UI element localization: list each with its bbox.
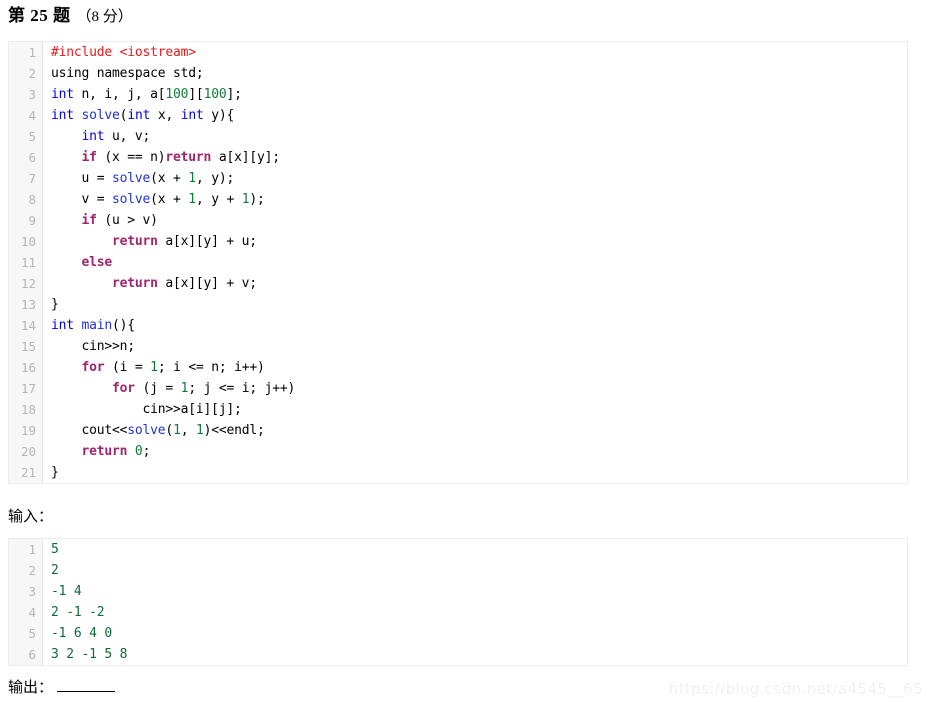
csdn-watermark: https://blog.csdn.net/a4545__65: [668, 680, 923, 698]
code-line: 17 for (j = 1; j <= i; j++): [9, 378, 907, 399]
line-number: 1: [9, 42, 43, 63]
input-line-text: 3 2 -1 5 8: [51, 647, 128, 662]
line-number: 4: [9, 602, 43, 623]
line-number: 2: [9, 560, 43, 581]
source-code-block: 1 #include <iostream> 2 using namespace std…: [8, 41, 908, 484]
output-section-row: 输出：: [8, 678, 116, 698]
line-number: 15: [9, 336, 43, 357]
code-line: 20 return 0;: [9, 441, 907, 462]
line-number: 17: [9, 378, 43, 399]
code-line: 11 else: [9, 252, 907, 273]
code-line-text: }: [51, 297, 59, 312]
code-line-list: 1 #include <iostream> 2 using namespace std…: [9, 42, 907, 483]
line-number: 16: [9, 357, 43, 378]
code-line: 14 int main(){: [9, 315, 907, 336]
code-line-text: }: [51, 465, 59, 480]
code-line-text: v = solve(x + 1, y + 1);: [51, 192, 265, 207]
code-line-text: int u, v;: [81, 129, 151, 144]
line-number: 8: [9, 189, 43, 210]
line-number: 3: [9, 84, 43, 105]
line-number: 10: [9, 231, 43, 252]
code-line-text: int main(){: [51, 318, 135, 333]
line-number: 4: [9, 105, 43, 126]
input-line-text: 2 -1 -2: [51, 605, 105, 620]
code-line-text: using namespace std;: [51, 66, 204, 81]
code-line-text: #include <iostream>: [51, 45, 196, 60]
question-score-label: （8 分）: [76, 9, 133, 25]
input-line-text: 5: [51, 542, 59, 557]
line-number: 7: [9, 168, 43, 189]
line-number: 11: [9, 252, 43, 273]
code-line-text: u = solve(x + 1, y);: [51, 171, 235, 186]
code-line: 1 #include <iostream>: [9, 42, 907, 63]
input-line: 15: [9, 539, 907, 560]
line-number: 6: [9, 147, 43, 168]
line-number: 5: [9, 623, 43, 644]
line-number: 18: [9, 399, 43, 420]
code-line: 6 if (x == n)return a[x][y];: [9, 147, 907, 168]
line-number: 21: [9, 462, 43, 483]
line-number: 1: [9, 539, 43, 560]
code-line-text: int n, i, j, a[100][100];: [51, 87, 242, 102]
code-line: 3 int n, i, j, a[100][100];: [9, 84, 907, 105]
code-line-text: return a[x][y] + v;: [112, 276, 257, 291]
input-line: 3 -1 4: [9, 581, 907, 602]
code-line-text: cout<<solve(1, 1)<<endl;: [51, 423, 265, 438]
input-line-list: 1 5 2 2 3 -1 442 -1 -2 5 -1 6 4 063 2 -1 5 8: [9, 539, 907, 665]
line-number: 19: [9, 420, 43, 441]
line-number: 3: [9, 581, 43, 602]
code-line: 5 int u, v;: [9, 126, 907, 147]
input-line: 22: [9, 560, 907, 581]
line-number: 9: [9, 210, 43, 231]
code-line-text: int solve(int x, int y){: [51, 108, 235, 123]
answer-blank-field[interactable]: [57, 680, 116, 692]
input-data-block: 1 5 2 2 3 -1 442 -1 -2 5 -1 6 4 063 2 -1 5 8: [8, 538, 908, 666]
code-line: 19 cout<<solve(1, 1)<<endl;: [9, 420, 907, 441]
code-line-text: for (j = 1; j <= i; j++): [112, 381, 296, 396]
line-number: 5: [9, 126, 43, 147]
code-line: 21}: [9, 462, 907, 483]
code-line-text: return 0;: [81, 444, 151, 459]
output-section-label: 输出：: [8, 680, 54, 696]
code-line: 9 if (u > v): [9, 210, 907, 231]
input-line: 5 -1 6 4 0: [9, 623, 907, 644]
code-line-text: cin>>a[i][j];: [51, 402, 242, 417]
input-section-label: 输入：: [8, 509, 54, 525]
code-line: 13}: [9, 294, 907, 315]
line-number: 14: [9, 315, 43, 336]
code-line: 2 using namespace std;: [9, 63, 907, 84]
code-line-text: if (x == n)return a[x][y];: [81, 150, 281, 165]
line-number: 6: [9, 644, 43, 665]
question-number-label: 第 25 题: [8, 6, 71, 25]
code-line-text: for (i = 1; i <= n; i++): [81, 360, 265, 375]
input-line: 4 2 -1 -2: [9, 602, 907, 623]
input-line: 6 3 2 -1 5 8: [9, 644, 907, 665]
code-line: 10 return a[x][y] + u;: [9, 231, 907, 252]
code-line: 8 v = solve(x + 1, y + 1);: [9, 189, 907, 210]
code-line: 15 cin>>n;: [9, 336, 907, 357]
code-line: 7 u = solve(x + 1, y);: [9, 168, 907, 189]
line-number: 20: [9, 441, 43, 462]
code-line: 16 for (i = 1; i <= n; i++): [9, 357, 907, 378]
line-number: 2: [9, 63, 43, 84]
code-line-text: cin>>n;: [51, 339, 136, 354]
code-line: 4 int solve(int x, int y){: [9, 105, 907, 126]
code-line-text: if (u > v): [81, 213, 158, 228]
line-number: 13: [9, 294, 43, 315]
page-title: 第 25 题 （8 分）: [0, 0, 931, 26]
code-line: 18 cin>>a[i][j];: [9, 399, 907, 420]
input-line-text: 2: [51, 563, 59, 578]
input-line-text: -1 6 4 0: [51, 626, 113, 641]
input-line-text: -1 4: [51, 584, 82, 599]
code-line-text: else: [81, 255, 113, 270]
code-line: 12 return a[x][y] + v;: [9, 273, 907, 294]
line-number: 12: [9, 273, 43, 294]
code-line-text: return a[x][y] + u;: [112, 234, 257, 249]
